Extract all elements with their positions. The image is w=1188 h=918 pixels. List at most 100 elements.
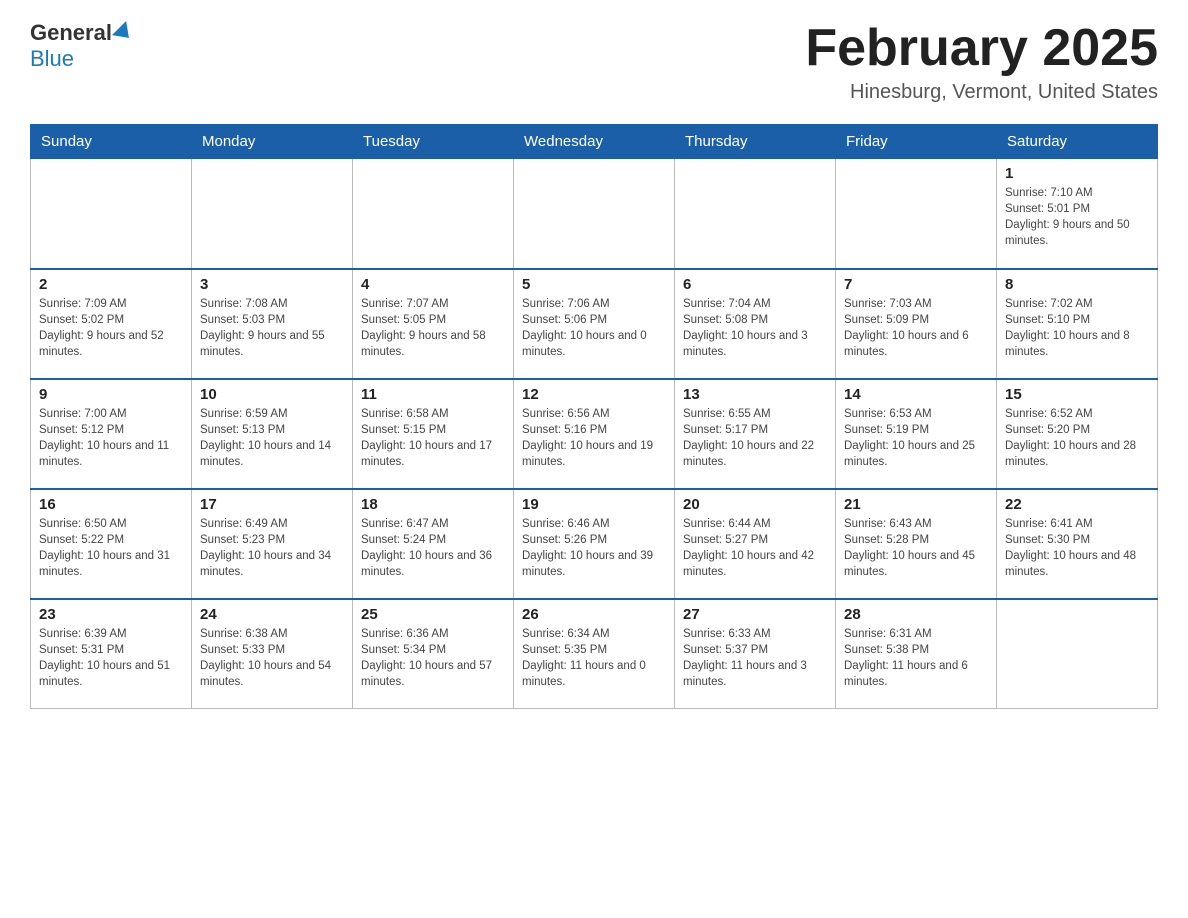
calendar-table: SundayMondayTuesdayWednesdayThursdayFrid… xyxy=(30,124,1158,709)
calendar-header: SundayMondayTuesdayWednesdayThursdayFrid… xyxy=(31,125,1158,159)
day-info: Sunrise: 6:49 AMSunset: 5:23 PMDaylight:… xyxy=(200,516,344,580)
day-number: 10 xyxy=(200,386,344,403)
weekday-header-wednesday: Wednesday xyxy=(514,125,675,159)
day-info: Sunrise: 7:08 AMSunset: 5:03 PMDaylight:… xyxy=(200,296,344,360)
day-info: Sunrise: 6:39 AMSunset: 5:31 PMDaylight:… xyxy=(39,626,183,690)
weekday-header-monday: Monday xyxy=(192,125,353,159)
logo: General Blue xyxy=(30,20,136,72)
calendar-cell: 5 Sunrise: 7:06 AMSunset: 5:06 PMDaylight… xyxy=(514,269,675,379)
day-info: Sunrise: 6:41 AMSunset: 5:30 PMDaylight:… xyxy=(1005,516,1149,580)
calendar-cell: 11 Sunrise: 6:58 AMSunset: 5:15 PMDayligh… xyxy=(353,379,514,489)
day-number: 18 xyxy=(361,496,505,513)
day-info: Sunrise: 6:38 AMSunset: 5:33 PMDaylight:… xyxy=(200,626,344,690)
day-number: 8 xyxy=(1005,276,1149,293)
day-info: Sunrise: 7:00 AMSunset: 5:12 PMDaylight:… xyxy=(39,406,183,470)
calendar-cell: 20Sunrise: 6:44 AMSunset: 5:27 PMDayligh… xyxy=(675,489,836,599)
day-info: Sunrise: 7:02 AMSunset: 5:10 PMDaylight:… xyxy=(1005,296,1149,360)
calendar-cell: 2 Sunrise: 7:09 AMSunset: 5:02 PMDaylight… xyxy=(31,269,192,379)
day-info: Sunrise: 7:04 AMSunset: 5:08 PMDaylight:… xyxy=(683,296,827,360)
day-info: Sunrise: 6:47 AMSunset: 5:24 PMDaylight:… xyxy=(361,516,505,580)
day-number: 14 xyxy=(844,386,988,403)
day-info: Sunrise: 6:55 AMSunset: 5:17 PMDaylight:… xyxy=(683,406,827,470)
day-info: Sunrise: 6:43 AMSunset: 5:28 PMDaylight:… xyxy=(844,516,988,580)
day-number: 1 xyxy=(1005,165,1149,182)
day-number: 21 xyxy=(844,496,988,513)
logo-arrow-icon xyxy=(112,21,136,45)
calendar-week-4: 16 Sunrise: 6:50 AMSunset: 5:22 PMDayligh… xyxy=(31,489,1158,599)
day-number: 12 xyxy=(522,386,666,403)
day-info: Sunrise: 6:44 AMSunset: 5:27 PMDaylight:… xyxy=(683,516,827,580)
calendar-cell xyxy=(353,159,514,269)
day-info: Sunrise: 6:34 AMSunset: 5:35 PMDaylight:… xyxy=(522,626,666,690)
calendar-cell: 10 Sunrise: 6:59 AMSunset: 5:13 PMDayligh… xyxy=(192,379,353,489)
logo-general-text: General xyxy=(30,20,112,46)
day-number: 6 xyxy=(683,276,827,293)
day-number: 2 xyxy=(39,276,183,293)
calendar-cell: 16 Sunrise: 6:50 AMSunset: 5:22 PMDayligh… xyxy=(31,489,192,599)
day-info: Sunrise: 7:07 AMSunset: 5:05 PMDaylight:… xyxy=(361,296,505,360)
day-info: Sunrise: 7:10 AMSunset: 5:01 PMDaylight:… xyxy=(1005,185,1149,249)
day-info: Sunrise: 6:52 AMSunset: 5:20 PMDaylight:… xyxy=(1005,406,1149,470)
calendar-cell xyxy=(997,599,1158,709)
weekday-header-tuesday: Tuesday xyxy=(353,125,514,159)
location-subtitle: Hinesburg, Vermont, United States xyxy=(805,81,1158,104)
calendar-cell: 9 Sunrise: 7:00 AMSunset: 5:12 PMDaylight… xyxy=(31,379,192,489)
calendar-week-5: 23 Sunrise: 6:39 AMSunset: 5:31 PMDayligh… xyxy=(31,599,1158,709)
day-info: Sunrise: 6:58 AMSunset: 5:15 PMDaylight:… xyxy=(361,406,505,470)
day-number: 28 xyxy=(844,606,988,623)
calendar-cell: 21 Sunrise: 6:43 AMSunset: 5:28 PMDayligh… xyxy=(836,489,997,599)
weekday-header-sunday: Sunday xyxy=(31,125,192,159)
calendar-week-2: 2 Sunrise: 7:09 AMSunset: 5:02 PMDaylight… xyxy=(31,269,1158,379)
page-header: General Blue February 2025 Hinesburg, Ve… xyxy=(30,20,1158,104)
day-info: Sunrise: 6:59 AMSunset: 5:13 PMDaylight:… xyxy=(200,406,344,470)
weekday-header-saturday: Saturday xyxy=(997,125,1158,159)
calendar-cell: 13 Sunrise: 6:55 AMSunset: 5:17 PMDayligh… xyxy=(675,379,836,489)
day-number: 5 xyxy=(522,276,666,293)
logo-blue-text: Blue xyxy=(30,46,74,71)
day-number: 25 xyxy=(361,606,505,623)
weekday-header-thursday: Thursday xyxy=(675,125,836,159)
calendar-cell xyxy=(31,159,192,269)
calendar-cell: 28 Sunrise: 6:31 AMSunset: 5:38 PMDayligh… xyxy=(836,599,997,709)
day-info: Sunrise: 6:56 AMSunset: 5:16 PMDaylight:… xyxy=(522,406,666,470)
day-number: 3 xyxy=(200,276,344,293)
day-info: Sunrise: 6:31 AMSunset: 5:38 PMDaylight:… xyxy=(844,626,988,690)
day-number: 17 xyxy=(200,496,344,513)
day-number: 26 xyxy=(522,606,666,623)
calendar-cell: 26 Sunrise: 6:34 AMSunset: 5:35 PMDayligh… xyxy=(514,599,675,709)
day-info: Sunrise: 6:33 AMSunset: 5:37 PMDaylight:… xyxy=(683,626,827,690)
day-info: Sunrise: 6:46 AMSunset: 5:26 PMDaylight:… xyxy=(522,516,666,580)
day-number: 23 xyxy=(39,606,183,623)
day-number: 7 xyxy=(844,276,988,293)
calendar-cell: 14Sunrise: 6:53 AMSunset: 5:19 PMDayligh… xyxy=(836,379,997,489)
calendar-cell xyxy=(514,159,675,269)
day-info: Sunrise: 7:03 AMSunset: 5:09 PMDaylight:… xyxy=(844,296,988,360)
calendar-cell: 22 Sunrise: 6:41 AMSunset: 5:30 PMDayligh… xyxy=(997,489,1158,599)
calendar-cell: 18 Sunrise: 6:47 AMSunset: 5:24 PMDayligh… xyxy=(353,489,514,599)
day-number: 16 xyxy=(39,496,183,513)
day-number: 13 xyxy=(683,386,827,403)
day-number: 22 xyxy=(1005,496,1149,513)
day-number: 4 xyxy=(361,276,505,293)
calendar-cell: 1 Sunrise: 7:10 AMSunset: 5:01 PMDaylight… xyxy=(997,159,1158,269)
calendar-cell: 25Sunrise: 6:36 AMSunset: 5:34 PMDayligh… xyxy=(353,599,514,709)
day-info: Sunrise: 7:06 AMSunset: 5:06 PMDaylight:… xyxy=(522,296,666,360)
calendar-cell: 24 Sunrise: 6:38 AMSunset: 5:33 PMDayligh… xyxy=(192,599,353,709)
calendar-cell xyxy=(675,159,836,269)
calendar-cell: 4 Sunrise: 7:07 AMSunset: 5:05 PMDaylight… xyxy=(353,269,514,379)
calendar-week-1: 1 Sunrise: 7:10 AMSunset: 5:01 PMDaylight… xyxy=(31,159,1158,269)
day-number: 9 xyxy=(39,386,183,403)
calendar-body: 1 Sunrise: 7:10 AMSunset: 5:01 PMDaylight… xyxy=(31,159,1158,709)
day-info: Sunrise: 7:09 AMSunset: 5:02 PMDaylight:… xyxy=(39,296,183,360)
calendar-cell xyxy=(192,159,353,269)
day-number: 15 xyxy=(1005,386,1149,403)
day-number: 27 xyxy=(683,606,827,623)
month-title: February 2025 xyxy=(805,20,1158,77)
day-info: Sunrise: 6:50 AMSunset: 5:22 PMDaylight:… xyxy=(39,516,183,580)
day-number: 24 xyxy=(200,606,344,623)
calendar-cell: 12 Sunrise: 6:56 AMSunset: 5:16 PMDayligh… xyxy=(514,379,675,489)
calendar-cell: 23 Sunrise: 6:39 AMSunset: 5:31 PMDayligh… xyxy=(31,599,192,709)
calendar-cell: 17 Sunrise: 6:49 AMSunset: 5:23 PMDayligh… xyxy=(192,489,353,599)
day-number: 11 xyxy=(361,386,505,403)
calendar-cell xyxy=(836,159,997,269)
